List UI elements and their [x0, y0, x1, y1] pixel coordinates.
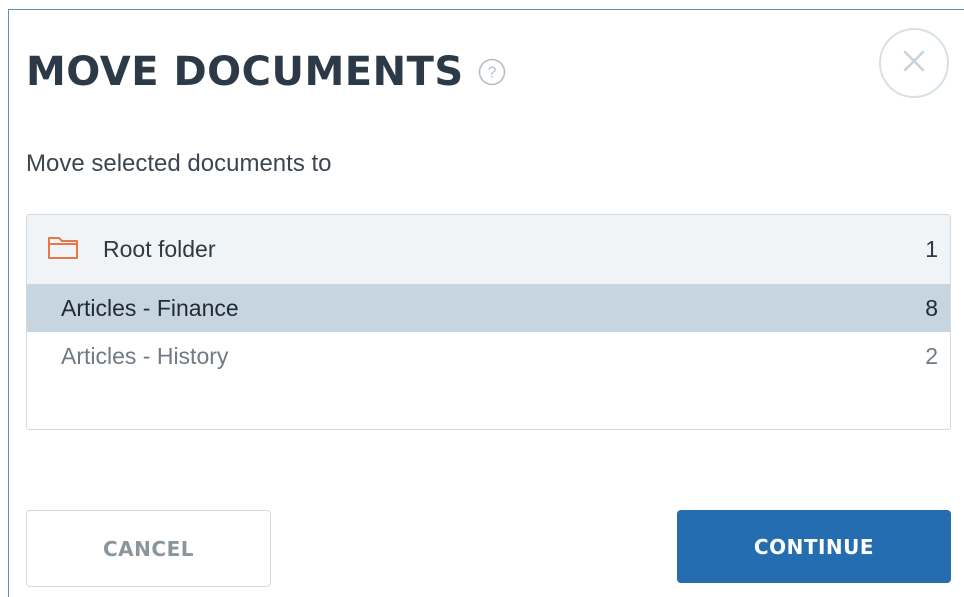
- folder-item-root[interactable]: Root folder 1: [27, 215, 950, 284]
- close-icon: [899, 46, 929, 81]
- move-documents-dialog: MOVE DOCUMENTS ? Move selected documents…: [8, 9, 964, 597]
- folder-item-count: 1: [925, 236, 938, 262]
- dialog-title: MOVE DOCUMENTS: [26, 49, 464, 95]
- close-button[interactable]: [879, 28, 949, 98]
- question-circle-icon[interactable]: ?: [478, 58, 506, 86]
- dialog-subtitle: Move selected documents to: [26, 150, 332, 177]
- folder-list: Root folder 1 Articles - Finance 8 Artic…: [26, 214, 951, 430]
- folder-item-count: 8: [925, 294, 938, 321]
- folder-item-label: Root folder: [103, 236, 216, 262]
- svg-text:?: ?: [487, 65, 496, 82]
- cancel-button[interactable]: CANCEL: [26, 510, 271, 587]
- title-row: MOVE DOCUMENTS ?: [26, 44, 506, 100]
- folder-icon: [47, 234, 79, 266]
- folder-item-label: Articles - Finance: [61, 294, 239, 321]
- folder-item-count: 2: [925, 342, 938, 369]
- folder-item-articles-history[interactable]: Articles - History 2: [27, 332, 950, 380]
- continue-button[interactable]: CONTINUE: [677, 510, 951, 583]
- folder-item-label: Articles - History: [61, 342, 229, 369]
- folder-item-articles-finance[interactable]: Articles - Finance 8: [27, 284, 950, 332]
- folder-item-left: Root folder: [47, 234, 216, 266]
